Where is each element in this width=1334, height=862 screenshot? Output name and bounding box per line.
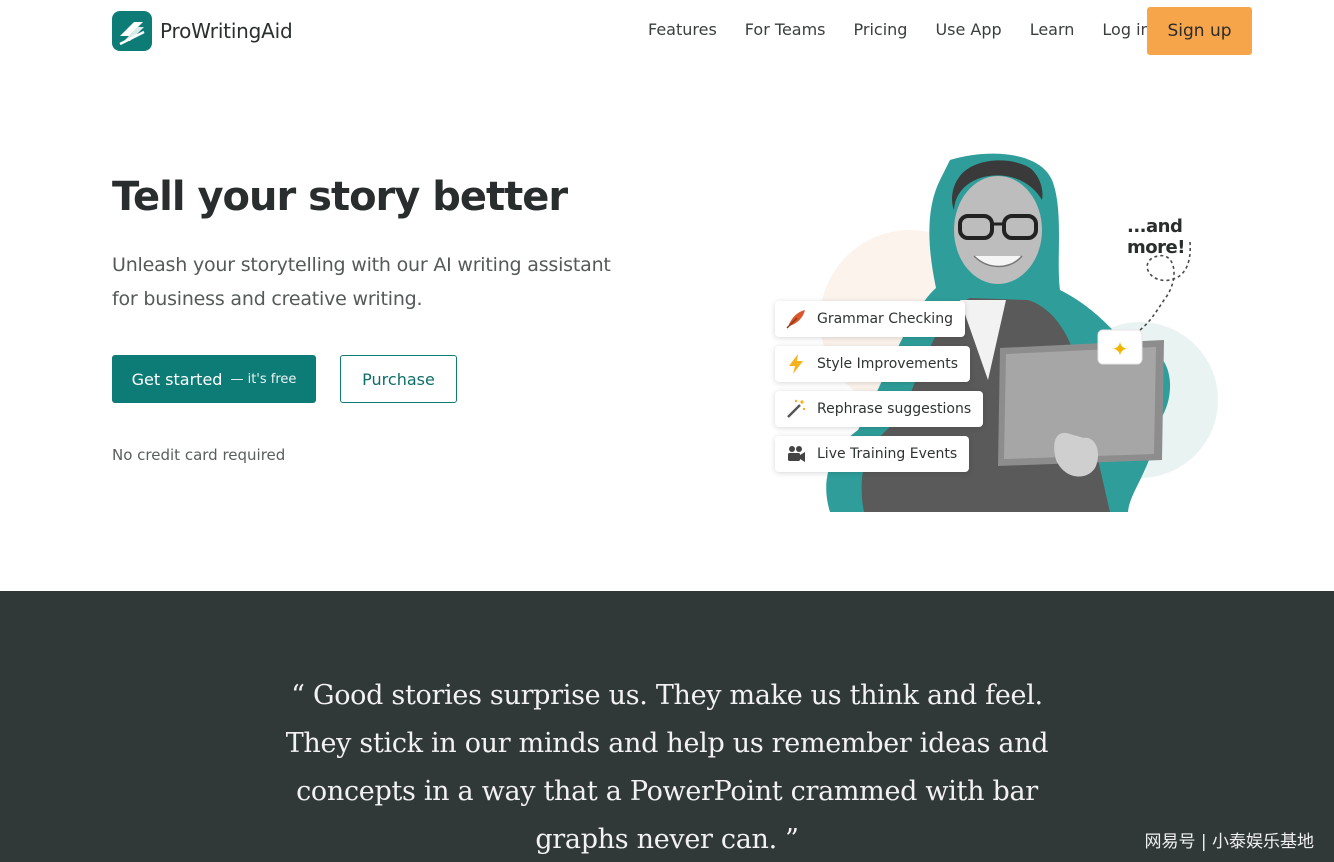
brand-name: ProWritingAid xyxy=(160,19,293,43)
nav-links: Features For Teams Pricing Use App Learn… xyxy=(648,20,1151,39)
feature-chip-training: Live Training Events xyxy=(775,436,970,472)
nav-link-use-app[interactable]: Use App xyxy=(935,20,1001,39)
signup-button[interactable]: Sign up xyxy=(1147,7,1252,55)
magic-wand-icon xyxy=(785,398,807,420)
logo[interactable]: ProWritingAid xyxy=(112,11,293,51)
nav-link-features[interactable]: Features xyxy=(648,20,717,39)
feature-chip-label: Style Improvements xyxy=(817,356,959,372)
feature-chip-rephrase: Rephrase suggestions xyxy=(775,391,984,427)
feature-chip-grammar: Grammar Checking xyxy=(775,301,965,337)
hero-subtitle: Unleash your storytelling with our AI wr… xyxy=(112,254,611,310)
and-more-label: ...and more! xyxy=(1127,216,1185,258)
lightning-icon xyxy=(785,353,807,375)
hero-title: Tell your story better xyxy=(112,174,568,220)
nav-link-for-teams[interactable]: For Teams xyxy=(745,20,826,39)
feature-chip-label: Grammar Checking xyxy=(817,311,953,327)
svg-text:✦: ✦ xyxy=(1112,337,1129,361)
logo-icon xyxy=(112,11,152,51)
quote-text: “ Good stories surprise us. They make us… xyxy=(285,680,1049,855)
get-started-note: — it's free xyxy=(230,371,297,387)
login-link[interactable]: Log in xyxy=(1102,20,1150,39)
no-credit-card-note: No credit card required xyxy=(112,446,286,464)
get-started-button[interactable]: Get started — it's free xyxy=(112,355,316,403)
feature-chip-label: Live Training Events xyxy=(817,446,958,462)
feather-icon xyxy=(785,308,807,330)
purchase-button[interactable]: Purchase xyxy=(340,355,457,403)
top-nav: ProWritingAid Features For Teams Pricing… xyxy=(0,0,1334,62)
get-started-label: Get started xyxy=(131,369,223,389)
video-camera-icon xyxy=(785,443,807,465)
feature-chip-style: Style Improvements xyxy=(775,346,971,382)
nav-link-learn[interactable]: Learn xyxy=(1030,20,1075,39)
watermark: 网易号 | 小泰娱乐基地 xyxy=(1144,832,1314,852)
nav-link-pricing[interactable]: Pricing xyxy=(854,20,908,39)
feature-chip-label: Rephrase suggestions xyxy=(817,401,972,417)
hero-illustration: ✦ Grammar Checking Style Improvements Re… xyxy=(760,150,1240,512)
